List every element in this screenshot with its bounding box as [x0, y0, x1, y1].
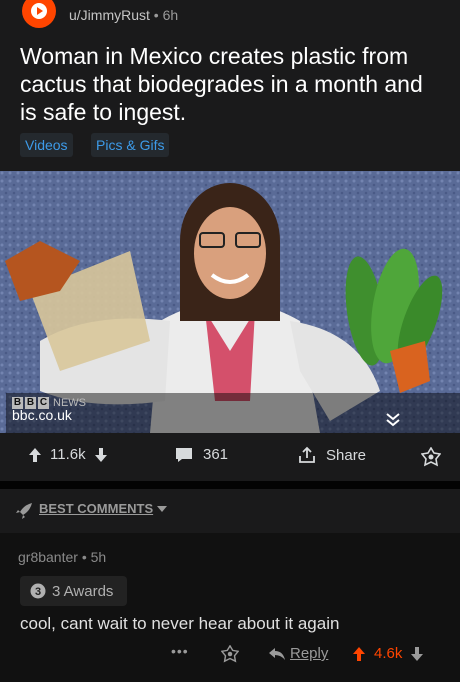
- comment-vote: 4.6k: [352, 645, 424, 662]
- award-icon[interactable]: [421, 447, 441, 467]
- flair-videos[interactable]: Videos: [20, 133, 73, 157]
- reply-button[interactable]: Reply: [268, 645, 328, 662]
- chevron-double-down-icon[interactable]: [384, 411, 402, 429]
- award-count-icon: 3: [30, 583, 46, 599]
- comment-body: cool, cant wait to never hear about it a…: [20, 614, 340, 633]
- post-age: 6h: [162, 7, 179, 23]
- subreddit-avatar[interactable]: [22, 0, 56, 28]
- downvote-icon[interactable]: [94, 447, 108, 463]
- comment-action-bar: ••• Reply 4.6k: [0, 643, 460, 673]
- rocket-icon: [16, 503, 32, 519]
- source-url[interactable]: bbc.co.uk: [12, 407, 72, 423]
- more-options-icon[interactable]: •••: [171, 643, 189, 659]
- comment: gr8banter • 5h 3 3 Awards cool, cant wai…: [0, 533, 460, 682]
- share-icon: [299, 446, 315, 463]
- upvote-icon[interactable]: [28, 447, 42, 463]
- post-action-bar: 11.6k 361 Share: [0, 433, 460, 481]
- post-score: 11.6k: [50, 446, 86, 463]
- sort-label[interactable]: BEST COMMENTS: [39, 501, 153, 516]
- play-icon: [31, 3, 47, 19]
- comment-award-icon[interactable]: [221, 645, 239, 663]
- share-button[interactable]: Share: [298, 446, 366, 464]
- post-meta: u/JimmyRust • 6h: [69, 7, 178, 23]
- post-vote: 11.6k: [28, 446, 108, 463]
- comment-meta: gr8banter • 5h: [18, 549, 106, 565]
- post-author[interactable]: u/JimmyRust: [69, 7, 150, 23]
- post-title[interactable]: Woman in Mexico creates plastic from cac…: [20, 42, 440, 126]
- flair-pics-gifs[interactable]: Pics & Gifs: [91, 133, 170, 157]
- share-label: Share: [326, 446, 367, 464]
- comment-age: 5h: [90, 549, 107, 565]
- awards-label: 3 Awards: [52, 582, 114, 600]
- comment-score: 4.6k: [374, 645, 403, 662]
- post-header: ‾ ‾ ‾ ‾ u/JimmyRust • 6h: [0, 0, 460, 30]
- awards-badge[interactable]: 3 3 Awards: [20, 576, 127, 606]
- comment-author[interactable]: gr8banter: [18, 549, 78, 565]
- comment-icon: [176, 447, 192, 462]
- meta-separator: •: [153, 7, 159, 23]
- section-divider: [0, 481, 460, 489]
- meta-separator: •: [81, 549, 87, 565]
- downvote-icon[interactable]: [410, 646, 424, 662]
- comment-sort-bar[interactable]: BEST COMMENTS: [0, 489, 460, 533]
- comment-count: 361: [203, 446, 229, 463]
- comments-button[interactable]: 361: [175, 446, 228, 463]
- subreddit-name-cropped: ‾ ‾ ‾ ‾: [70, 0, 110, 6]
- reply-icon: [269, 647, 285, 660]
- chevron-down-icon[interactable]: [157, 505, 167, 513]
- link-source-overlay[interactable]: BBC NEWS bbc.co.uk: [6, 393, 460, 433]
- reply-label: Reply: [290, 645, 329, 662]
- upvote-active-icon[interactable]: [352, 646, 366, 662]
- award-count-number: 3: [35, 586, 41, 598]
